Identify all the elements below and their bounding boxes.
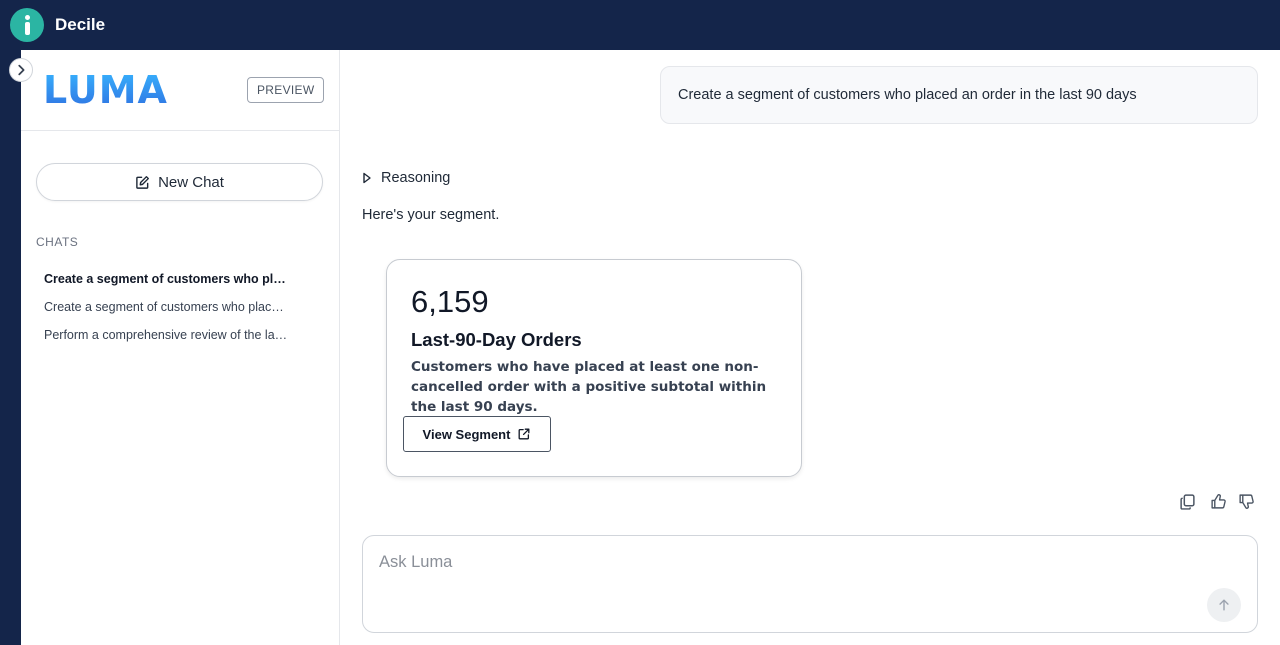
- chevron-right-icon: [18, 64, 25, 76]
- new-chat-button[interactable]: New Chat: [36, 163, 323, 201]
- preview-badge: PREVIEW: [247, 77, 325, 103]
- send-button[interactable]: [1207, 588, 1241, 622]
- thumbs-up-icon: [1210, 493, 1226, 509]
- arrow-up-icon: [1219, 599, 1229, 611]
- decile-logo-icon[interactable]: [10, 8, 44, 42]
- chat-item-title: Create a segment of customers who placed…: [44, 272, 290, 286]
- left-rail: [0, 50, 21, 645]
- copy-button[interactable]: [1176, 490, 1198, 512]
- segment-name: Last-90-Day Orders: [411, 329, 582, 350]
- user-message: Create a segment of customers who placed…: [660, 66, 1258, 124]
- thumbs-down-button[interactable]: [1235, 490, 1257, 512]
- view-segment-button[interactable]: View Segment: [403, 416, 551, 452]
- expand-sidebar-button[interactable]: [9, 58, 33, 82]
- chat-item-title: Create a segment of customers who placed…: [44, 300, 290, 314]
- chat-main: Create a segment of customers who placed…: [340, 50, 1280, 645]
- copy-icon: [1179, 493, 1195, 510]
- chat-composer: [362, 535, 1258, 633]
- ask-luma-input[interactable]: [379, 550, 1199, 574]
- external-link-icon: [518, 428, 530, 440]
- thumbs-down-icon: [1238, 493, 1254, 509]
- edit-icon: [136, 175, 150, 189]
- thumbs-up-button[interactable]: [1207, 490, 1229, 512]
- sidebar-header: LUMA PREVIEW: [21, 50, 339, 131]
- chat-item-title: Perform a comprehensive review of the la…: [44, 328, 290, 342]
- caret-right-icon: [363, 172, 371, 184]
- chat-list: Create a segment of customers who placed…: [36, 265, 296, 349]
- reasoning-toggle[interactable]: Reasoning: [362, 170, 450, 186]
- assistant-reply: Here's your segment.: [362, 207, 500, 223]
- reasoning-label: Reasoning: [381, 170, 451, 186]
- segment-description: Customers who have placed at least one n…: [411, 359, 767, 415]
- new-chat-label: New Chat: [158, 173, 224, 191]
- app-name: Decile: [55, 15, 106, 34]
- view-segment-label: View Segment: [422, 426, 511, 442]
- segment-card: 6,159 Last-90-Day Orders Customers who h…: [386, 259, 802, 477]
- luma-logo: LUMA: [43, 68, 168, 112]
- chat-item[interactable]: Perform a comprehensive review of the la…: [36, 321, 296, 349]
- chats-heading: CHATS: [36, 235, 79, 249]
- segment-count: 6,159: [411, 284, 489, 319]
- sidebar: LUMA PREVIEW New Chat CHATS Create a seg…: [21, 50, 340, 645]
- chat-item[interactable]: Create a segment of customers who placed…: [36, 265, 296, 293]
- chat-item[interactable]: Create a segment of customers who placed…: [36, 293, 296, 321]
- top-bar: Decile: [0, 0, 1280, 50]
